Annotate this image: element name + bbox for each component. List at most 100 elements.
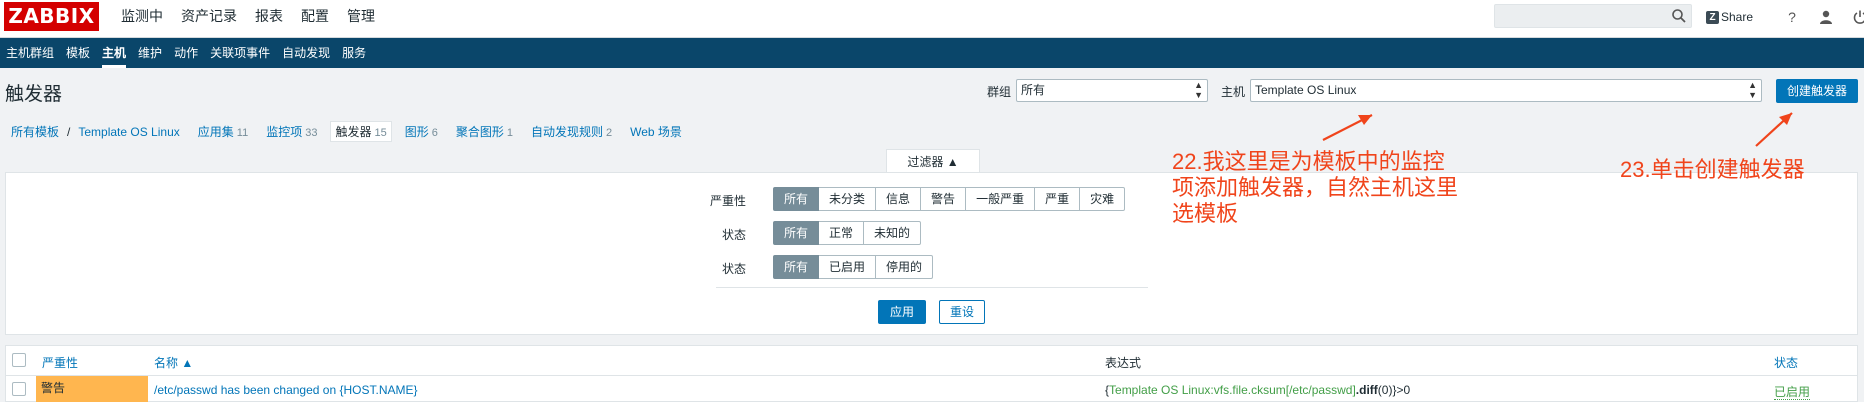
top-bar: ZABBIX 监测中 资产记录 报表 配置 管理 Z Share ? bbox=[0, 0, 1864, 38]
expr-function: .diff bbox=[1355, 383, 1378, 397]
header-divider bbox=[6, 375, 1857, 376]
annotation-22-line: 项添加触发器，自然主机这里 bbox=[1172, 175, 1459, 200]
state-filter: 所有 正常 未知的 bbox=[773, 221, 922, 245]
tab-screens[interactable]: 聚合图形 1 bbox=[456, 123, 513, 140]
group-select[interactable]: 所有 ▲ ▼ bbox=[1016, 79, 1208, 102]
submenu-hosts[interactable]: 主机 bbox=[96, 38, 132, 68]
breadcrumb-separator: / bbox=[67, 124, 71, 139]
create-trigger-button[interactable]: 创建触发器 bbox=[1776, 79, 1858, 103]
tab-items[interactable]: 监控项 33 bbox=[266, 123, 317, 140]
tab-count: 15 bbox=[374, 127, 387, 139]
tab-applications[interactable]: 应用集 11 bbox=[198, 123, 248, 140]
tab-label: 自动发现规则 bbox=[531, 125, 604, 139]
host-select[interactable]: Template OS Linux ▲ ▼ bbox=[1250, 79, 1762, 102]
submenu-discovery[interactable]: 自动发现 bbox=[276, 38, 336, 68]
tab-graphs[interactable]: 图形 6 bbox=[405, 123, 438, 140]
tab-label: 应用集 bbox=[197, 125, 234, 139]
select-all-checkbox[interactable] bbox=[12, 353, 26, 367]
zabbix-logo[interactable]: ZABBIX bbox=[4, 2, 99, 31]
breadcrumb: 所有模板 / Template OS Linux 应用集 11 监控项 33 触发器… bbox=[11, 121, 700, 142]
severity-badge-warning: 警告 bbox=[36, 376, 148, 402]
severity-option-not-classified[interactable]: 未分类 bbox=[819, 187, 877, 211]
annotation-22-line: 22.我这里是为模板中的监控 bbox=[1172, 149, 1445, 174]
status-option-enabled[interactable]: 已启用 bbox=[819, 255, 877, 279]
host-select-value: Template OS Linux bbox=[1255, 83, 1357, 97]
share-icon: Z bbox=[1706, 10, 1719, 24]
submenu-correlation[interactable]: 关联项事件 bbox=[204, 38, 276, 68]
menu-administration[interactable]: 管理 bbox=[338, 0, 384, 38]
page-title: 触发器 bbox=[5, 84, 63, 105]
group-label: 群组 bbox=[987, 85, 1012, 99]
filter-toggle-tab[interactable]: 过滤器 ▲ bbox=[886, 149, 980, 173]
annotation-23: 23.单击创建触发器 bbox=[1620, 157, 1805, 182]
annotation-22-line: 选模板 bbox=[1172, 201, 1239, 226]
trigger-expression: {Template OS Linux:vfs.file.cksum[/etc/p… bbox=[1105, 383, 1410, 397]
trigger-name-link[interactable]: /etc/passwd has been changed on {HOST.NA… bbox=[154, 383, 418, 397]
submenu-maintenance[interactable]: 维护 bbox=[132, 38, 168, 68]
top-right-tools: Z Share ? bbox=[1706, 0, 1864, 34]
severity-option-all[interactable]: 所有 bbox=[773, 187, 820, 211]
search-input[interactable] bbox=[1494, 4, 1692, 28]
tab-triggers[interactable]: 触发器 15 bbox=[330, 121, 392, 142]
user-profile-icon[interactable] bbox=[1818, 9, 1834, 25]
tab-discovery-rules[interactable]: 自动发现规则 2 bbox=[531, 123, 612, 140]
expr-item-link[interactable]: Template OS Linux:vfs.file.cksum[/etc/pa… bbox=[1109, 383, 1356, 397]
tab-label: 监控项 bbox=[266, 125, 303, 139]
row-checkbox[interactable] bbox=[12, 382, 26, 396]
submenu-host-groups[interactable]: 主机群组 bbox=[0, 38, 60, 68]
reset-button[interactable]: 重设 bbox=[939, 300, 985, 324]
tab-count: 11 bbox=[236, 127, 249, 139]
menu-configuration[interactable]: 配置 bbox=[292, 0, 338, 38]
sub-menu: 主机群组 模板 主机 维护 动作 关联项事件 自动发现 服务 bbox=[0, 38, 1864, 68]
severity-option-information[interactable]: 信息 bbox=[876, 187, 922, 211]
triggers-table: 严重性 名称 ▲ 表达式 状态 警告 /etc/passwd has been … bbox=[5, 345, 1858, 402]
severity-option-warning[interactable]: 警告 bbox=[921, 187, 967, 211]
breadcrumb-template[interactable]: Template OS Linux bbox=[78, 125, 179, 139]
tab-count: 6 bbox=[431, 127, 438, 139]
column-header-name[interactable]: 名称 ▲ bbox=[154, 354, 193, 371]
help-icon[interactable]: ? bbox=[1784, 9, 1800, 25]
tab-label: 触发器 bbox=[335, 125, 372, 139]
status-filter: 所有 已启用 停用的 bbox=[773, 255, 934, 279]
severity-option-average[interactable]: 一般严重 bbox=[966, 187, 1036, 211]
submenu-services[interactable]: 服务 bbox=[336, 38, 372, 68]
severity-label: 严重性 bbox=[709, 194, 746, 208]
breadcrumb-all-templates[interactable]: 所有模板 bbox=[11, 123, 59, 140]
main-menu: 监测中 资产记录 报表 配置 管理 bbox=[112, 0, 384, 38]
arrow-to-host-select bbox=[1322, 114, 1373, 141]
expr-close: (0)}>0 bbox=[1377, 383, 1411, 397]
severity-option-disaster[interactable]: 灾难 bbox=[1080, 187, 1126, 211]
annotation-22: 22.我这里是为模板中的监控 项添加触发器，自然主机这里 选模板 bbox=[1172, 149, 1458, 227]
state-option-all[interactable]: 所有 bbox=[773, 221, 820, 245]
column-header-severity[interactable]: 严重性 bbox=[42, 354, 78, 371]
submenu-templates[interactable]: 模板 bbox=[60, 38, 96, 68]
status-option-all[interactable]: 所有 bbox=[773, 255, 820, 279]
share-button[interactable]: Z Share bbox=[1706, 10, 1753, 24]
host-label: 主机 bbox=[1221, 85, 1246, 99]
search-icon[interactable] bbox=[1671, 8, 1687, 24]
tab-web-scenarios[interactable]: Web 场景 bbox=[630, 123, 682, 140]
submenu-actions[interactable]: 动作 bbox=[168, 38, 204, 68]
state-option-normal[interactable]: 正常 bbox=[819, 221, 865, 245]
menu-monitoring[interactable]: 监测中 bbox=[112, 0, 172, 38]
menu-inventory[interactable]: 资产记录 bbox=[172, 0, 246, 38]
menu-reports[interactable]: 报表 bbox=[246, 0, 292, 38]
severity-option-high[interactable]: 严重 bbox=[1035, 187, 1081, 211]
column-header-expression: 表达式 bbox=[1105, 356, 1142, 370]
column-header-status[interactable]: 状态 bbox=[1774, 354, 1798, 371]
group-select-value: 所有 bbox=[1021, 83, 1046, 97]
status-option-disabled[interactable]: 停用的 bbox=[876, 255, 934, 279]
tab-count: 2 bbox=[606, 127, 613, 139]
select-arrows-icon: ▲ ▼ bbox=[1748, 80, 1757, 100]
tab-label: 图形 bbox=[404, 125, 429, 139]
tab-count: 1 bbox=[506, 127, 513, 139]
logout-icon[interactable] bbox=[1852, 9, 1864, 25]
share-label: Share bbox=[1721, 10, 1754, 24]
filter-divider bbox=[716, 287, 1148, 288]
status-toggle[interactable]: 已启用 bbox=[1774, 383, 1811, 400]
apply-button[interactable]: 应用 bbox=[878, 300, 926, 324]
select-arrows-icon: ▲ ▼ bbox=[1194, 80, 1203, 100]
arrow-to-create-button bbox=[1755, 112, 1793, 147]
status-label: 状态 bbox=[721, 262, 746, 276]
state-option-unknown[interactable]: 未知的 bbox=[864, 221, 922, 245]
